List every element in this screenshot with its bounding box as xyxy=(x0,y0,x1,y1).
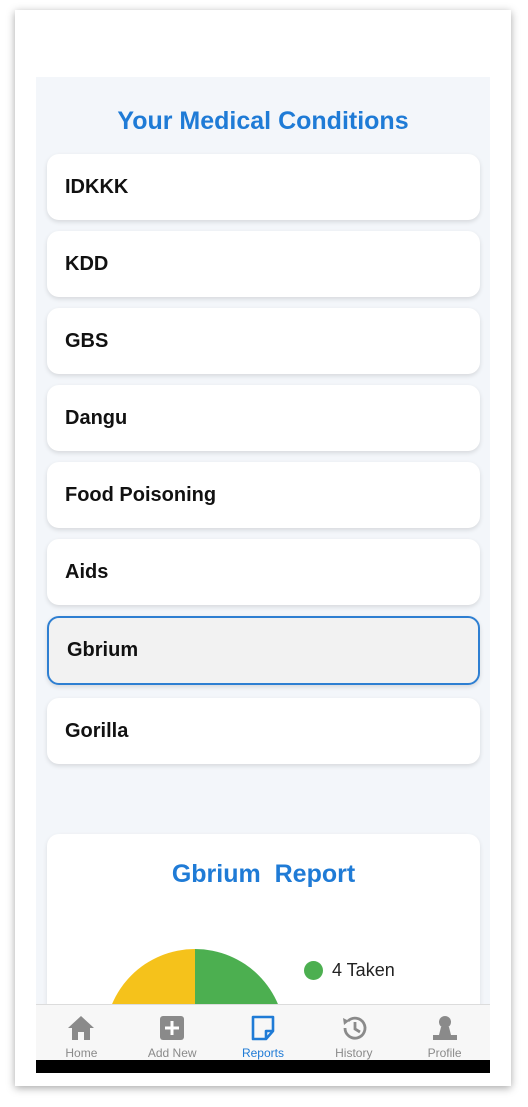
tab-home[interactable]: Home xyxy=(36,1005,127,1061)
app-screen: Your Medical Conditions IDKKK KDD GBS Da… xyxy=(36,77,490,1073)
tab-home-label: Home xyxy=(65,1046,98,1060)
add-icon xyxy=(160,1016,185,1040)
tab-history-label: History xyxy=(335,1046,373,1060)
report-title: Gbrium Report xyxy=(171,860,356,888)
condition-label: KDD xyxy=(65,252,109,275)
home-indicator-bar xyxy=(36,1060,490,1073)
tab-add-new[interactable]: Add New xyxy=(127,1005,218,1061)
device-frame: Your Medical Conditions IDKKK KDD GBS Da… xyxy=(15,10,511,1086)
home-icon xyxy=(68,1016,95,1040)
condition-label: Aids xyxy=(65,560,109,583)
history-icon xyxy=(342,1016,367,1040)
tab-profile-label: Profile xyxy=(427,1046,462,1060)
condition-label: Gbrium xyxy=(67,639,139,661)
condition-item[interactable]: Dangu xyxy=(47,385,480,451)
page-title: Your Medical Conditions xyxy=(117,107,409,135)
tab-history[interactable]: History xyxy=(308,1005,399,1061)
condition-item[interactable]: GBS xyxy=(47,308,480,374)
condition-item[interactable]: Gorilla xyxy=(47,698,480,764)
condition-item[interactable]: Food Poisoning xyxy=(47,462,480,528)
condition-label: Gorilla xyxy=(65,719,129,742)
bottom-tab-bar: Home Add New Reports History Profile xyxy=(36,1004,490,1061)
condition-item[interactable]: Aids xyxy=(47,539,480,605)
condition-label: GBS xyxy=(65,329,109,352)
tab-reports-label: Reports xyxy=(241,1046,284,1060)
reports-icon xyxy=(251,1015,275,1041)
profile-icon xyxy=(432,1016,457,1040)
legend-dot-taken xyxy=(304,961,323,980)
tab-add-new-label: Add New xyxy=(147,1046,197,1060)
conditions-list: IDKKK KDD GBS Dangu Food Poisoning Aids … xyxy=(47,154,480,775)
tab-profile[interactable]: Profile xyxy=(399,1005,490,1061)
report-legend: 4 Taken xyxy=(304,960,395,981)
condition-item[interactable]: IDKKK xyxy=(47,154,480,220)
condition-label: Dangu xyxy=(65,406,128,429)
tab-reports[interactable]: Reports xyxy=(218,1005,309,1061)
condition-label: Food Poisoning xyxy=(65,483,217,506)
legend-label-taken: 4 Taken xyxy=(332,960,395,980)
condition-item[interactable]: KDD xyxy=(47,231,480,297)
condition-item-selected[interactable]: Gbrium xyxy=(47,616,480,685)
condition-label: IDKKK xyxy=(65,175,129,198)
